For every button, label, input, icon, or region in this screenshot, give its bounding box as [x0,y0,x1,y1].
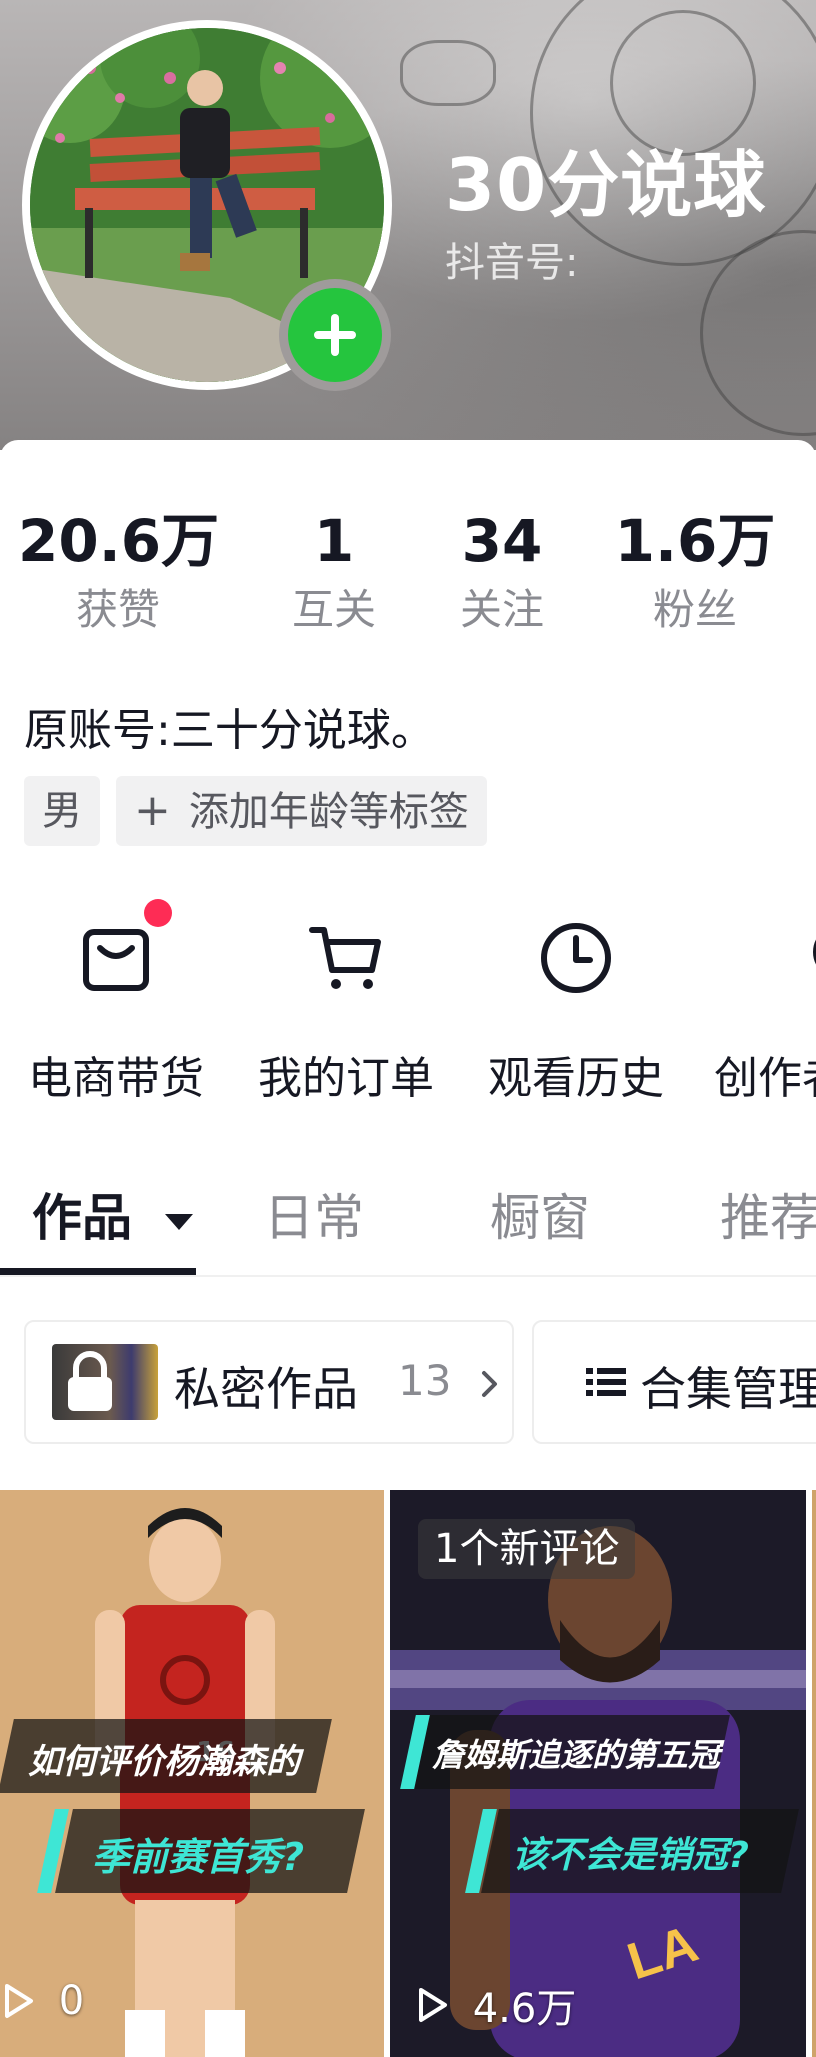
service-ecommerce[interactable]: 电商带货 [6,918,226,1106]
tab-works[interactable]: 作品 [32,1178,195,1250]
add-tag-button[interactable]: + 添加年龄等标签 [116,776,487,846]
video-thumbnail[interactable]: 16 如何评价杨瀚森的 季前赛首秀? 0 [0,1490,384,2057]
tab-label: 作品 [32,1189,132,1247]
tab-active-indicator [0,1268,196,1275]
service-label: 观看历史 [488,1053,664,1104]
stat-label: 获赞 [75,585,160,634]
play-count-value: 0 [58,1978,85,2024]
cart-icon [309,927,381,989]
video-caption-line1: 如何评价杨瀚森的 [28,1742,300,1782]
stat-value: 1.6万 [614,507,776,575]
video-caption-line2: 季前赛首秀? [92,1835,305,1879]
plus-icon: + [134,785,171,836]
play-count-value: 4.6万 [472,1986,577,2032]
douyin-id-label[interactable]: 抖音号: [445,230,578,288]
lightbulb-icon [813,939,816,965]
profile-nickname: 30分说球 [445,143,767,227]
private-works-count: 13 [398,1356,501,1405]
stat-following[interactable]: 34 关注 [422,506,582,636]
gender-tag[interactable]: 男 [24,776,100,846]
service-creator[interactable]: 创作者 [702,918,816,1106]
divider [0,1275,816,1277]
service-label: 电商带货 [28,1053,204,1104]
caret-down-icon [165,1213,194,1230]
video-caption-line2: 该不会是销冠? [512,1835,749,1876]
tab-showcase[interactable]: 橱窗 [490,1178,590,1250]
stat-value: 34 [461,507,543,575]
play-count: 0 [2,1976,84,2024]
list-icon [586,1368,626,1396]
stat-value: 20.6万 [18,507,220,575]
service-label: 我的订单 [258,1053,434,1104]
stat-likes[interactable]: 20.6万 获赞 [18,506,220,636]
clock-icon [541,923,611,993]
video-thumbnail-edge[interactable] [812,1490,816,2057]
new-comment-badge: 1个新评论 [418,1519,636,1579]
stat-followers[interactable]: 1.6万 粉丝 [600,506,790,636]
collection-management-label: 合集管理 [640,1362,816,1416]
play-icon [419,1988,447,2022]
private-works-thumbnail [52,1344,158,1420]
cover-art-shape [400,40,496,106]
stat-value: 1 [313,507,355,575]
notification-dot [144,899,172,927]
stat-label: 关注 [459,585,544,634]
lock-icon [68,1351,112,1411]
video-caption-line1: 詹姆斯追逐的第五冠 [432,1736,721,1774]
service-orders[interactable]: 我的订单 [236,918,456,1106]
chevron-right-icon [481,1370,497,1397]
profile-bio[interactable]: 原账号:三十分说球。 [24,694,435,758]
stat-label: 互关 [291,585,376,634]
tab-daily[interactable]: 日常 [264,1178,364,1250]
service-label: 创作者 [714,1053,816,1104]
plus-icon [314,314,356,356]
private-works-count-value: 13 [398,1356,452,1405]
play-icon [5,1984,33,2018]
shopping-bag-icon [83,929,149,991]
add-follow-button[interactable] [288,288,382,382]
tab-recommended[interactable]: 推荐 [720,1178,816,1250]
stat-mutual[interactable]: 1 互关 [254,506,414,636]
service-history[interactable]: 观看历史 [466,918,686,1106]
private-works-label: 私密作品 [174,1362,358,1416]
stat-label: 粉丝 [652,585,737,634]
add-tag-label: 添加年龄等标签 [188,789,469,835]
play-count: 4.6万 [416,1976,576,2034]
